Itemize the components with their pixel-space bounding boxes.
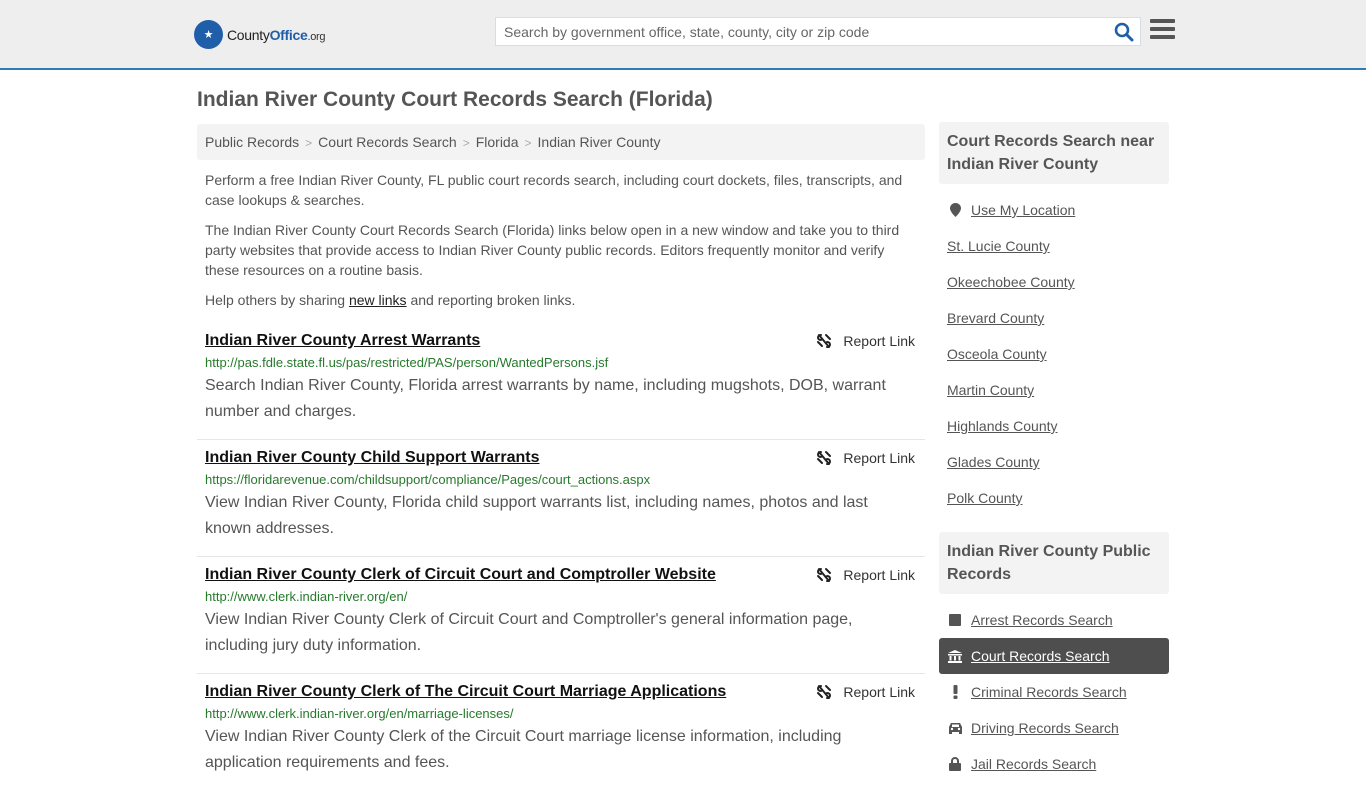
result-url: https://floridarevenue.com/childsupport/… (205, 472, 651, 487)
exclamation-icon (947, 685, 963, 699)
jail-records-link[interactable]: Jail Records Search (971, 756, 1096, 772)
car-icon (947, 722, 963, 734)
court-records-link[interactable]: Court Records Search (971, 648, 1110, 664)
nearby-county-link[interactable]: Osceola County (947, 346, 1047, 362)
search-icon[interactable] (1114, 22, 1134, 42)
logo-text: CountyOffice.org (227, 26, 326, 43)
broken-link-icon (817, 685, 832, 699)
nearby-county-item: Brevard County (939, 300, 1169, 336)
criminal-records-link[interactable]: Criminal Records Search (971, 684, 1127, 700)
breadcrumb: Public Records > Court Records Search > Flor… (197, 124, 925, 160)
nearby-county-link[interactable]: Highlands County (947, 418, 1058, 434)
use-location-item: Use My Location (939, 192, 1169, 228)
result-title-link[interactable]: Indian River County Clerk of Circuit Cou… (205, 566, 716, 584)
result-description: View Indian River County Clerk of Circui… (205, 611, 853, 654)
public-records-list: Arrest Records Search Court Records Sear… (939, 594, 1169, 782)
nearby-county-link[interactable]: Glades County (947, 454, 1040, 470)
result-item: Indian River County Child Support Warran… (197, 440, 925, 557)
nearby-county-item: Osceola County (939, 336, 1169, 372)
new-links-link[interactable]: new links (349, 292, 407, 308)
breadcrumb-public-records[interactable]: Public Records (205, 134, 299, 150)
nearby-county-link[interactable]: Brevard County (947, 310, 1044, 326)
nearby-county-item: Glades County (939, 444, 1169, 480)
nearby-county-item: Polk County (939, 480, 1169, 516)
nearby-county-link[interactable]: Martin County (947, 382, 1034, 398)
breadcrumb-indian-river-county[interactable]: Indian River County (538, 134, 661, 150)
breadcrumb-florida[interactable]: Florida (476, 134, 519, 150)
nearby-county-link[interactable]: Polk County (947, 490, 1022, 506)
broken-link-icon (817, 568, 832, 582)
arrest-records-link[interactable]: Arrest Records Search (971, 612, 1113, 628)
public-records-heading: Indian River County Public Records (939, 532, 1169, 594)
public-record-item-driving[interactable]: Driving Records Search (939, 710, 1169, 746)
nearby-county-link[interactable]: St. Lucie County (947, 238, 1050, 254)
result-title-link[interactable]: Indian River County Child Support Warran… (205, 449, 540, 467)
intro-text: Perform a free Indian River County, FL p… (205, 170, 920, 320)
lock-icon (947, 757, 963, 771)
eagle-logo-icon: ★ (194, 20, 223, 49)
report-link-button[interactable]: Report Link (816, 333, 915, 349)
search-input[interactable] (496, 18, 1106, 45)
page-title: Indian River County Court Records Search… (197, 88, 713, 111)
result-title-link[interactable]: Indian River County Clerk of The Circuit… (205, 683, 726, 701)
nearby-county-item: Highlands County (939, 408, 1169, 444)
report-link-button[interactable]: Report Link (816, 567, 915, 583)
report-link-button[interactable]: Report Link (816, 684, 915, 700)
search-box (495, 17, 1141, 46)
result-title-link[interactable]: Indian River County Arrest Warrants (205, 332, 480, 350)
broken-link-icon (817, 334, 832, 348)
results-list: Indian River County Arrest Warrants Repo… (197, 323, 925, 791)
map-marker-icon (947, 203, 963, 217)
result-url: http://www.clerk.indian-river.org/en/mar… (205, 706, 514, 721)
square-icon (947, 614, 963, 626)
nearby-county-item: Martin County (939, 372, 1169, 408)
result-description: Search Indian River County, Florida arre… (205, 377, 886, 420)
nearby-list: Use My Location St. Lucie County Okeecho… (939, 184, 1169, 516)
public-record-item-jail[interactable]: Jail Records Search (939, 746, 1169, 782)
result-description: View Indian River County Clerk of the Ci… (205, 728, 842, 771)
breadcrumb-court-records-search[interactable]: Court Records Search (318, 134, 457, 150)
public-record-item-court[interactable]: Court Records Search (939, 638, 1169, 674)
result-description: View Indian River County, Florida child … (205, 494, 868, 537)
breadcrumb-separator: > (305, 136, 313, 150)
nearby-county-link[interactable]: Okeechobee County (947, 274, 1075, 290)
use-my-location-link[interactable]: Use My Location (971, 202, 1075, 218)
intro-paragraph-1: Perform a free Indian River County, FL p… (205, 172, 903, 208)
breadcrumb-separator: > (462, 136, 470, 150)
sidebar: Court Records Search near Indian River C… (939, 122, 1169, 798)
breadcrumb-separator: > (524, 136, 532, 150)
result-item: Indian River County Clerk of Circuit Cou… (197, 557, 925, 674)
intro-paragraph-2: The Indian River County Court Records Se… (205, 222, 900, 278)
hamburger-menu-icon[interactable] (1150, 19, 1175, 42)
public-record-item-arrest[interactable]: Arrest Records Search (939, 602, 1169, 638)
site-logo[interactable]: ★ CountyOffice.org (194, 20, 326, 49)
result-url: http://www.clerk.indian-river.org/en/ (205, 589, 408, 604)
nearby-county-item: Okeechobee County (939, 264, 1169, 300)
courthouse-icon (947, 649, 963, 663)
result-url: http://pas.fdle.state.fl.us/pas/restrict… (205, 355, 609, 370)
nearby-county-item: St. Lucie County (939, 228, 1169, 264)
nearby-heading: Court Records Search near Indian River C… (939, 122, 1169, 184)
report-link-button[interactable]: Report Link (816, 450, 915, 466)
intro-paragraph-3: Help others by sharing new links and rep… (205, 292, 576, 308)
public-record-item-criminal[interactable]: Criminal Records Search (939, 674, 1169, 710)
result-item: Indian River County Clerk of The Circuit… (197, 674, 925, 791)
result-item: Indian River County Arrest Warrants Repo… (197, 323, 925, 440)
driving-records-link[interactable]: Driving Records Search (971, 720, 1119, 736)
broken-link-icon (817, 451, 832, 465)
site-header: ★ CountyOffice.org (0, 0, 1366, 70)
